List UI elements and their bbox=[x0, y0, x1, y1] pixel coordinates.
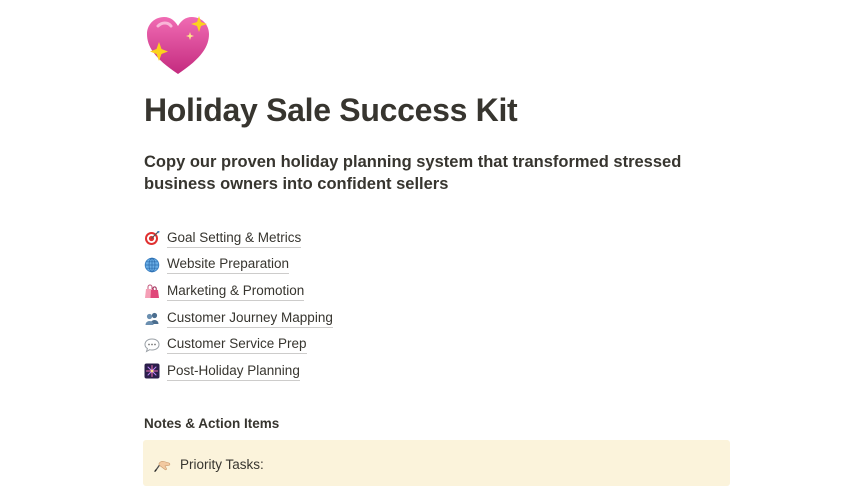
busts-in-silhouette-icon bbox=[145, 312, 159, 326]
notes-heading[interactable]: Notes & Action Items bbox=[144, 414, 279, 434]
priority-tasks-callout[interactable]: Priority Tasks: bbox=[143, 440, 730, 486]
link-label: Goal Setting & Metrics bbox=[167, 229, 302, 248]
link-customer-service[interactable]: Customer Service Prep bbox=[144, 331, 333, 358]
link-label: Marketing & Promotion bbox=[167, 282, 305, 301]
page-subtitle[interactable]: Copy our proven holiday planning system … bbox=[144, 151, 704, 195]
writing-hand-icon[interactable] bbox=[154, 454, 172, 472]
link-label: Post-Holiday Planning bbox=[167, 362, 300, 381]
page-title[interactable]: Holiday Sale Success Kit bbox=[144, 88, 518, 132]
link-post-holiday[interactable]: Post-Holiday Planning bbox=[144, 358, 333, 385]
callout-text: Priority Tasks: bbox=[180, 457, 264, 472]
link-website-preparation[interactable]: Website Preparation bbox=[144, 252, 333, 279]
link-marketing-promotion[interactable]: Marketing & Promotion bbox=[144, 278, 333, 305]
link-customer-journey[interactable]: Customer Journey Mapping bbox=[144, 305, 333, 332]
shopping-bags-icon bbox=[145, 285, 159, 299]
sparkling-heart-icon[interactable] bbox=[144, 12, 212, 80]
link-goal-setting[interactable]: Goal Setting & Metrics bbox=[144, 225, 333, 252]
link-label: Customer Service Prep bbox=[167, 335, 307, 355]
link-label: Website Preparation bbox=[167, 255, 290, 275]
link-label: Customer Journey Mapping bbox=[167, 309, 333, 328]
fireworks-icon bbox=[144, 363, 160, 379]
direct-hit-target-icon bbox=[145, 231, 160, 246]
globe-meridians-icon bbox=[144, 257, 160, 273]
speech-balloon-icon bbox=[144, 338, 160, 353]
page-links-list: Goal Setting & Metrics Website Preparati… bbox=[144, 225, 333, 385]
